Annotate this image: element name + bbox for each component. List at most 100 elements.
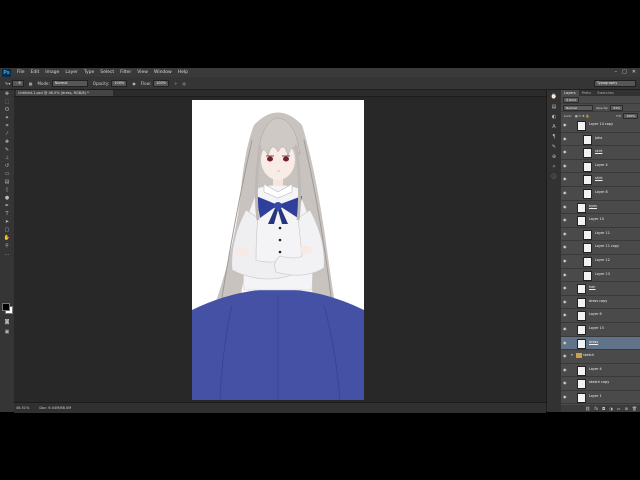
- layer-name[interactable]: Layer 15: [589, 326, 604, 330]
- layer-name[interactable]: Layer 12: [595, 258, 610, 262]
- workspace-select[interactable]: Typography: [594, 80, 636, 87]
- clone-source-panel-icon[interactable]: ⊕: [550, 154, 558, 160]
- lasso-tool-icon[interactable]: ʘ: [2, 107, 12, 114]
- layer-row[interactable]: ◉ hair: [561, 282, 640, 296]
- dodge-tool-icon[interactable]: ●: [2, 195, 12, 202]
- menu-help[interactable]: Help: [178, 70, 188, 75]
- layer-group-row[interactable]: ◉ ▾ sketch: [561, 350, 640, 364]
- layer-thumbnail[interactable]: [583, 188, 592, 199]
- menu-edit[interactable]: Edit: [31, 70, 40, 75]
- menu-layer[interactable]: Layer: [65, 70, 78, 75]
- fill-field[interactable]: 100%: [623, 112, 638, 119]
- layer-row[interactable]: ◉ Layer 12: [561, 254, 640, 269]
- visibility-eye-icon[interactable]: ◉: [563, 367, 567, 372]
- adjustments-panel-icon[interactable]: ◐: [550, 114, 558, 120]
- move-tool-icon[interactable]: ✥: [2, 91, 12, 98]
- visibility-eye-icon[interactable]: ◉: [563, 231, 567, 236]
- layer-name[interactable]: sketch: [583, 353, 594, 357]
- marquee-tool-icon[interactable]: ⬚: [2, 99, 12, 106]
- layer-name[interactable]: Layer 8: [595, 190, 608, 194]
- layer-row[interactable]: ◉ sketch copy: [561, 377, 640, 391]
- close-icon[interactable]: ✕: [632, 69, 636, 75]
- layer-opacity-field[interactable]: 51%: [610, 104, 624, 111]
- layer-name[interactable]: jaha: [595, 136, 602, 140]
- add-mask-icon[interactable]: ◘: [602, 406, 605, 411]
- layer-row[interactable]: ◉ Layer 4: [561, 159, 640, 174]
- brush-tool-icon[interactable]: ✎▾: [5, 81, 10, 86]
- layer-row[interactable]: ◉ Layer 1: [561, 390, 640, 405]
- layer-thumbnail[interactable]: [583, 134, 592, 145]
- hand-tool-icon[interactable]: ✋: [2, 235, 12, 242]
- menu-view[interactable]: View: [137, 70, 148, 75]
- layer-row[interactable]: ◉ Layer 11 copy: [561, 241, 640, 255]
- layer-row[interactable]: ◉ jaha: [561, 132, 640, 147]
- layer-name[interactable]: Layer 4: [589, 367, 602, 371]
- screen-mode-icon[interactable]: ▣: [2, 329, 12, 336]
- gradient-tool-icon[interactable]: ▤: [2, 179, 12, 186]
- visibility-eye-icon[interactable]: ◉: [563, 122, 567, 127]
- zoom-tool-icon[interactable]: ⚲: [2, 243, 12, 250]
- layer-row[interactable]: ◉ Layer 15: [561, 322, 640, 337]
- layer-row[interactable]: ◉ Layer 14 copy: [561, 119, 640, 133]
- layer-name[interactable]: Layer 6: [589, 312, 602, 316]
- group-expand-icon[interactable]: ▾: [571, 353, 573, 357]
- layer-name[interactable]: eyes: [589, 204, 597, 208]
- layer-row[interactable]: ◉ Layer 13: [561, 268, 640, 283]
- visibility-eye-icon[interactable]: ◉: [563, 244, 567, 249]
- layer-name[interactable]: Layer 13: [595, 272, 610, 276]
- type-tool-icon[interactable]: T: [2, 211, 12, 218]
- layer-name[interactable]: Layer 1: [589, 394, 602, 398]
- layer-name[interactable]: shirt: [595, 176, 603, 180]
- properties-panel-icon[interactable]: ▤: [550, 104, 558, 110]
- layer-thumbnail[interactable]: [577, 324, 586, 335]
- layer-name[interactable]: Layer 11 copy: [595, 244, 619, 248]
- healing-tool-icon[interactable]: ✚: [2, 139, 12, 146]
- layer-row[interactable]: ◉ Layer 10: [561, 214, 640, 228]
- layer-name[interactable]: dress: [589, 340, 598, 344]
- layer-thumbnail[interactable]: [583, 243, 592, 254]
- layer-name[interactable]: Layer 14 copy: [589, 122, 613, 126]
- tab-swatches[interactable]: Swatches: [594, 90, 617, 96]
- pressure-opacity-icon[interactable]: ◉: [132, 81, 136, 86]
- layer-row[interactable]: ◉ Layer 6: [561, 309, 640, 323]
- minimize-icon[interactable]: –: [615, 69, 618, 75]
- layer-row[interactable]: ◉ shirt: [561, 173, 640, 187]
- quick-select-tool-icon[interactable]: ✦: [2, 115, 12, 122]
- layer-thumbnail[interactable]: [577, 216, 586, 227]
- kind-filter-select[interactable]: ⚲ Kind: [563, 96, 579, 103]
- menu-type[interactable]: Type: [84, 70, 94, 75]
- blur-tool-icon[interactable]: ◊: [2, 187, 12, 194]
- airbrush-icon[interactable]: ✧: [174, 81, 177, 86]
- styles-panel-icon[interactable]: ✧: [550, 164, 558, 170]
- layer-thumbnail[interactable]: [577, 338, 586, 349]
- layer-row[interactable]: ◉ skirt: [561, 146, 640, 160]
- visibility-eye-icon[interactable]: ◉: [563, 299, 567, 304]
- tab-layers[interactable]: Layers: [561, 90, 579, 96]
- layer-thumbnail[interactable]: [583, 161, 592, 172]
- pen-tool-icon[interactable]: ✒: [2, 203, 12, 210]
- visibility-eye-icon[interactable]: ◉: [563, 353, 567, 358]
- layer-thumbnail[interactable]: [577, 202, 586, 213]
- brush-tool-icon[interactable]: ✎: [2, 147, 12, 154]
- layer-thumbnail[interactable]: [583, 148, 592, 159]
- pressure-size-icon[interactable]: ◎: [182, 81, 186, 86]
- brush-panel-icon[interactable]: ▦: [29, 81, 33, 86]
- history-panel-icon[interactable]: ⌚: [550, 94, 558, 100]
- layer-row[interactable]: ◉ Layer 11: [561, 227, 640, 242]
- blend-mode-select[interactable]: Normal: [563, 104, 593, 111]
- mode-select[interactable]: Normal: [51, 79, 88, 87]
- menu-select[interactable]: Select: [100, 70, 114, 75]
- paragraph-panel-icon[interactable]: ¶: [550, 134, 558, 140]
- visibility-eye-icon[interactable]: ◉: [563, 149, 567, 154]
- flow-field[interactable]: 100%: [153, 79, 170, 87]
- visibility-eye-icon[interactable]: ◉: [563, 190, 567, 195]
- layer-name[interactable]: skirt: [595, 149, 602, 153]
- visibility-eye-icon[interactable]: ◉: [563, 285, 567, 290]
- delete-layer-icon[interactable]: 🗑: [632, 406, 637, 411]
- eraser-tool-icon[interactable]: ▭: [2, 171, 12, 178]
- visibility-eye-icon[interactable]: ◉: [563, 340, 567, 345]
- edit-toolbar-icon[interactable]: …: [2, 251, 12, 258]
- canvas-area[interactable]: [14, 97, 546, 402]
- visibility-eye-icon[interactable]: ◉: [563, 272, 567, 277]
- document-size[interactable]: Doc: 6.04M/88.0M: [39, 406, 71, 410]
